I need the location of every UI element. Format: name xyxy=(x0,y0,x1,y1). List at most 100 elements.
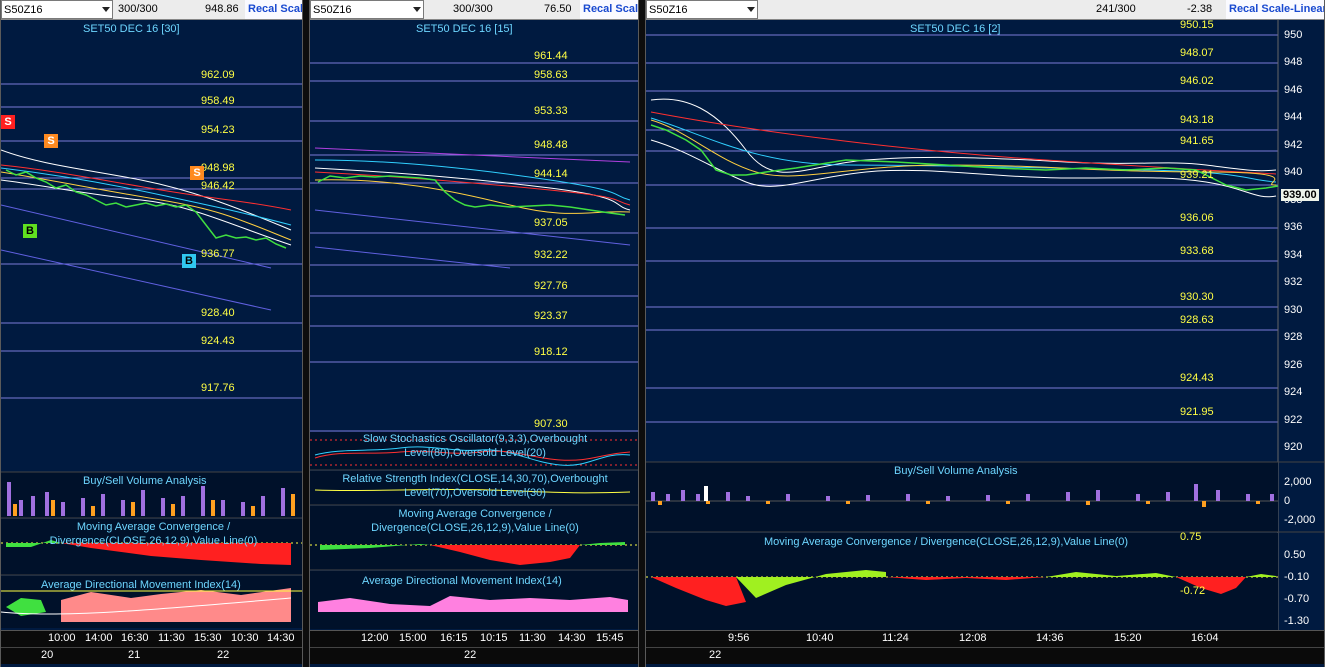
level-label: 939.21 xyxy=(1180,169,1214,181)
price-tick: 922 xyxy=(1284,414,1303,426)
time-label: 9:56 xyxy=(728,632,750,644)
panel-2-plot xyxy=(310,62,638,629)
price-tick: 936 xyxy=(1284,221,1303,233)
day-label: 22 xyxy=(464,649,477,661)
level-label: 921.95 xyxy=(1180,406,1214,418)
time-label: 14:36 xyxy=(1036,632,1064,644)
time-label: 15:45 xyxy=(596,632,624,644)
chart-panel-3[interactable]: S50Z16 241/300 -2.38 Recal Scale-Linear xyxy=(645,0,1325,667)
time-axis: 10:00 14:00 16:30 11:30 15:30 10:30 14:3… xyxy=(1,630,302,647)
buy-signal-badge[interactable]: B xyxy=(23,224,37,238)
price-tick: 934 xyxy=(1284,249,1303,261)
level-label: 962.09 xyxy=(201,69,235,81)
level-label: 928.63 xyxy=(1180,314,1214,326)
time-label: 12:00 xyxy=(361,632,389,644)
level-label: 946.02 xyxy=(1180,75,1214,87)
level-label: 907.30 xyxy=(534,418,568,430)
volume-indicator-title: Buy/Sell Volume Analysis xyxy=(894,465,1018,477)
level-label: 936.06 xyxy=(1180,212,1214,224)
day-axis: 22 xyxy=(646,647,1324,664)
price-tick: 930 xyxy=(1284,304,1303,316)
time-label: 14:00 xyxy=(85,632,113,644)
price-tick: 920 xyxy=(1284,441,1303,453)
macd-low-label: -0.72 xyxy=(1180,585,1206,597)
level-label: 950.15 xyxy=(1180,19,1214,31)
price-tick: 928 xyxy=(1284,331,1303,343)
stochastic-indicator-title: Slow Stochastics Oscillator(9,3,3),Overb… xyxy=(362,433,588,459)
price-tick: 940 xyxy=(1284,166,1303,178)
day-label: 21 xyxy=(128,649,141,661)
volume-tick: 0 xyxy=(1284,495,1291,507)
time-label: 16:04 xyxy=(1191,632,1219,644)
time-label: 10:00 xyxy=(48,632,76,644)
rsi-indicator-title: Relative Strength Index(CLOSE,14,30,70),… xyxy=(342,473,608,499)
level-label: 944.14 xyxy=(534,168,568,180)
level-label: 948.48 xyxy=(534,139,568,151)
day-axis: 20 21 22 xyxy=(1,647,302,664)
panel-1-plot xyxy=(1,83,302,628)
level-label: 953.33 xyxy=(534,105,568,117)
last-price-marker: 939.00 xyxy=(1281,189,1319,201)
time-label: 11:30 xyxy=(519,632,546,644)
time-label: 14:30 xyxy=(267,632,295,644)
volume-indicator-title: Buy/Sell Volume Analysis xyxy=(83,475,207,487)
level-label: 924.43 xyxy=(1180,372,1214,384)
time-label: 15:20 xyxy=(1114,632,1142,644)
macd-tick: -0.70 xyxy=(1284,593,1310,605)
price-tick: 944 xyxy=(1284,111,1303,123)
level-label: 958.49 xyxy=(201,95,235,107)
price-tick: 932 xyxy=(1284,276,1303,288)
time-axis: 9:56 10:40 11:24 12:08 14:36 15:20 16:04 xyxy=(646,630,1324,647)
chart-panel-1[interactable]: S50Z16 300/300 948.86 Recal Scale xyxy=(0,0,303,667)
level-label: 917.76 xyxy=(201,382,235,394)
day-label: 22 xyxy=(217,649,230,661)
level-label: 933.68 xyxy=(1180,245,1214,257)
macd-tick: -0.10 xyxy=(1284,571,1310,583)
price-tick: 948 xyxy=(1284,56,1303,68)
macd-high-label: 0.75 xyxy=(1180,531,1202,543)
macd-indicator-title: Moving Average Convergence / Divergence(… xyxy=(49,521,258,547)
day-axis: 22 xyxy=(310,647,638,664)
sell-signal-badge[interactable]: S xyxy=(190,166,204,180)
level-label: 941.65 xyxy=(1180,135,1214,147)
buy-signal-badge[interactable]: B xyxy=(182,254,196,268)
price-tick: 946 xyxy=(1284,84,1303,96)
macd-tick: 0.50 xyxy=(1284,549,1306,561)
adx-indicator-title: Average Directional Movement Index(14) xyxy=(362,575,562,587)
chart-panel-2[interactable]: S50Z16 300/300 76.50 Recal Scale SET50 D… xyxy=(309,0,639,667)
level-label: 923.37 xyxy=(534,310,568,322)
level-label: 937.05 xyxy=(534,217,568,229)
price-tick: 942 xyxy=(1284,139,1303,151)
time-label: 15:00 xyxy=(399,632,427,644)
volume-tick: 2,000 xyxy=(1284,476,1312,488)
level-label: 932.22 xyxy=(534,249,568,261)
sell-signal-badge[interactable]: S xyxy=(44,134,58,148)
adx-indicator-title: Average Directional Movement Index(14) xyxy=(41,579,241,591)
level-label: 918.12 xyxy=(534,346,568,358)
time-label: 14:30 xyxy=(558,632,586,644)
time-label: 10:15 xyxy=(480,632,508,644)
chart-title: SET50 DEC 16 [30] xyxy=(83,23,180,35)
price-tick: 924 xyxy=(1284,386,1303,398)
level-label: 928.40 xyxy=(201,307,235,319)
time-label: 10:40 xyxy=(806,632,834,644)
level-label: 958.63 xyxy=(534,69,568,81)
volume-tick: -2,000 xyxy=(1284,514,1316,526)
level-label: 924.43 xyxy=(201,335,235,347)
level-label: 948.07 xyxy=(1180,47,1214,59)
level-label: 954.23 xyxy=(201,124,235,136)
level-label: 961.44 xyxy=(534,50,568,62)
day-label: 22 xyxy=(709,649,722,661)
level-label: 943.18 xyxy=(1180,114,1214,126)
time-label: 11:24 xyxy=(882,632,909,644)
time-label: 16:15 xyxy=(440,632,468,644)
level-label: 930.30 xyxy=(1180,291,1214,303)
level-label: 946.42 xyxy=(201,180,235,192)
level-label: 948.98 xyxy=(201,162,235,174)
sell-signal-badge[interactable]: S xyxy=(1,115,15,129)
level-label: 936.77 xyxy=(201,248,235,260)
macd-indicator-title: Moving Average Convergence / Divergence(… xyxy=(764,536,1129,548)
macd-tick: -1.30 xyxy=(1284,615,1310,627)
day-label: 20 xyxy=(41,649,54,661)
chart-title: SET50 DEC 16 [2] xyxy=(910,23,1001,35)
